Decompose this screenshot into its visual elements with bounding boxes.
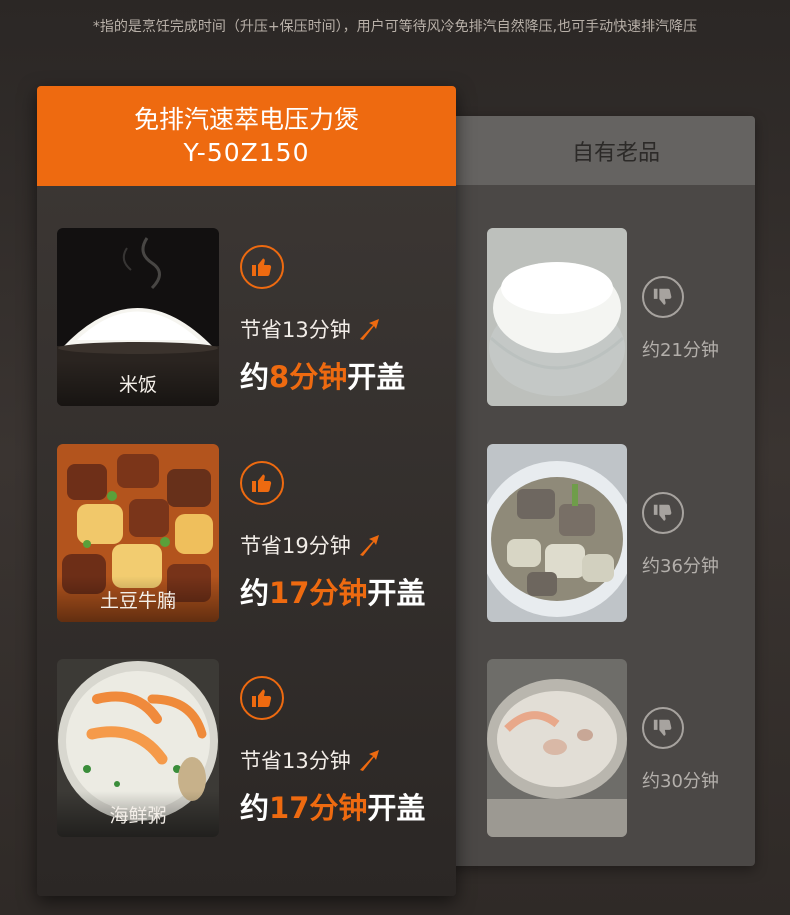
lid-suffix: 开盖	[367, 791, 426, 825]
lid-open-time: 约17分钟开盖	[240, 570, 425, 612]
thumbs-down-icon	[642, 707, 684, 749]
new-row-porridge: 海鲜粥 节省13分钟 约17分钟开盖	[57, 659, 447, 837]
old-time-text: 约36分钟	[642, 556, 719, 577]
footnote-text: *指的是烹饪完成时间（升压+保压时间），用户可等待风冷免排汽自然降压,也可手动快…	[92, 19, 698, 35]
old-product-card: 自有老品 约21分钟 约36分钟 约30分钟	[437, 116, 755, 866]
new-product-header: 免排汽速萃电压力煲 Y-50Z150	[37, 86, 456, 186]
time-saved-text: 节省19分钟	[240, 534, 351, 558]
beef-potato-image: 土豆牛腩	[57, 444, 219, 622]
time-saved: 节省13分钟	[240, 314, 381, 344]
lid-open-time: 约17分钟开盖	[240, 785, 425, 827]
new-product-model: Y-50Z150	[183, 138, 310, 167]
new-row-beef: 土豆牛腩 节省19分钟 约17分钟开盖	[57, 444, 447, 622]
lid-time-highlight: 17分钟	[269, 576, 368, 610]
lid-prefix: 约	[240, 791, 270, 825]
new-product-title: 免排汽速萃电压力煲	[133, 105, 359, 134]
time-saved-text: 节省13分钟	[240, 749, 351, 773]
arrow-up-icon	[357, 748, 381, 772]
arrow-up-icon	[357, 317, 381, 341]
time-saved: 节省13分钟	[240, 745, 381, 775]
old-beef-image	[487, 444, 627, 622]
thumbs-up-icon	[240, 461, 284, 505]
time-saved: 节省19分钟	[240, 530, 381, 560]
lid-time-highlight: 8分钟	[269, 360, 348, 394]
old-rice-image	[487, 228, 627, 406]
seafood-porridge-image: 海鲜粥	[57, 659, 219, 837]
thumbs-down-icon	[642, 276, 684, 318]
lid-suffix: 开盖	[347, 360, 406, 394]
dish-label: 海鲜粥	[57, 791, 219, 837]
lid-open-time: 约8分钟开盖	[240, 354, 405, 396]
lid-prefix: 约	[240, 360, 270, 394]
old-time-text: 约30分钟	[642, 771, 719, 792]
old-time-text: 约21分钟	[642, 340, 719, 361]
new-row-rice: 米饭 节省13分钟 约8分钟开盖	[57, 228, 447, 406]
old-porridge-image	[487, 659, 627, 837]
lid-prefix: 约	[240, 576, 270, 610]
rice-image: 米饭	[57, 228, 219, 406]
old-row-beef: 约36分钟	[487, 444, 747, 622]
thumbs-down-icon	[642, 492, 684, 534]
lid-time-highlight: 17分钟	[269, 791, 368, 825]
old-row-rice: 约21分钟	[487, 228, 747, 406]
new-product-card: 免排汽速萃电压力煲 Y-50Z150 米饭 节省13分钟 约8分钟开盖 土豆牛腩…	[37, 86, 456, 896]
dish-label: 土豆牛腩	[57, 576, 219, 622]
time-saved-text: 节省13分钟	[240, 318, 351, 342]
old-product-title: 自有老品	[437, 116, 755, 185]
dish-label: 米饭	[57, 360, 219, 406]
thumbs-up-icon	[240, 245, 284, 289]
lid-suffix: 开盖	[367, 576, 426, 610]
old-row-porridge: 约30分钟	[487, 659, 747, 837]
arrow-up-icon	[357, 533, 381, 557]
thumbs-up-icon	[240, 676, 284, 720]
